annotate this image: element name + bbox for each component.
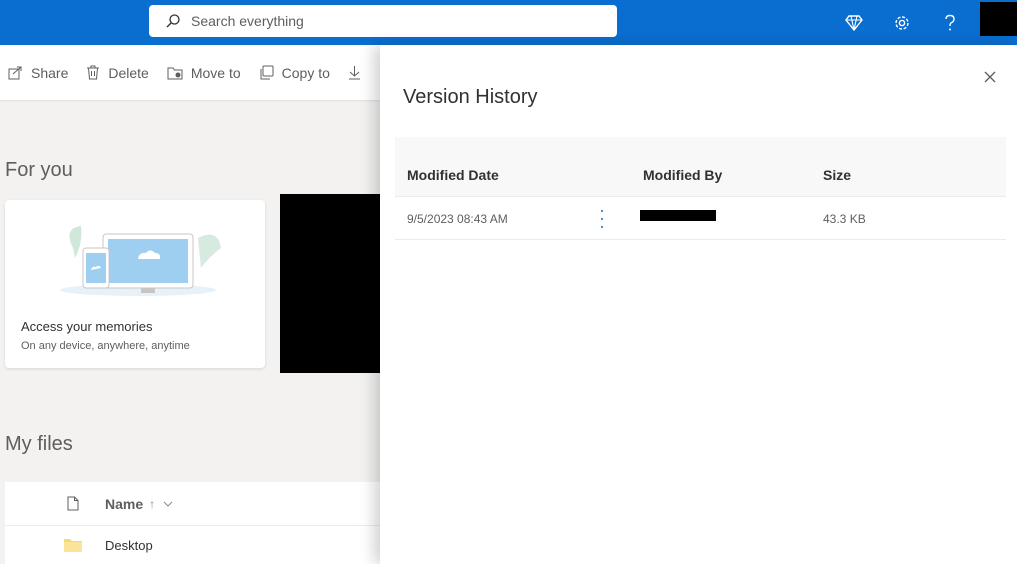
- premium-diamond-icon[interactable]: [840, 9, 868, 37]
- close-icon: [984, 71, 996, 83]
- version-table-header: Modified Date Modified By Size: [395, 137, 1006, 197]
- share-button[interactable]: Share: [8, 65, 68, 81]
- version-size: 43.3 KB: [823, 212, 866, 226]
- copy-to-label: Copy to: [281, 64, 330, 81]
- redacted-card: [280, 194, 380, 373]
- my-files-title: My files: [5, 433, 73, 455]
- files-page: Share Delete Move to Copy to For you Acc…: [0, 45, 380, 564]
- for-you-title: For you: [5, 159, 73, 181]
- close-button[interactable]: [980, 67, 1000, 87]
- download-button[interactable]: [348, 65, 369, 80]
- panel-title: Version History: [403, 86, 538, 108]
- sort-arrow-icon: ↑: [149, 496, 156, 511]
- modified-date-header[interactable]: Modified Date: [407, 167, 499, 183]
- devices-illustration: [60, 226, 221, 296]
- version-history-panel: Version History Modified Date Modified B…: [380, 45, 1017, 564]
- copy-to-button[interactable]: Copy to: [259, 65, 330, 81]
- top-bar: Search everything: [0, 0, 1017, 45]
- move-to-button[interactable]: Move to: [167, 65, 241, 81]
- name-header-label: Name: [105, 495, 144, 512]
- search-placeholder: Search everything: [191, 13, 304, 29]
- more-options-icon[interactable]: [597, 210, 607, 228]
- delete-button[interactable]: Delete: [86, 64, 149, 81]
- move-folder-icon: [167, 67, 183, 79]
- file-name[interactable]: Desktop: [105, 538, 153, 553]
- folder-icon: [5, 538, 105, 552]
- move-to-label: Move to: [190, 64, 241, 81]
- delete-label: Delete: [108, 64, 149, 81]
- share-icon: [8, 66, 22, 80]
- card-subtitle: On any device, anywhere, anytime: [21, 340, 190, 352]
- share-label: Share: [31, 64, 69, 81]
- settings-gear-icon[interactable]: [888, 9, 916, 37]
- redacted-modified-by: [640, 210, 716, 221]
- command-bar: Share Delete Move to Copy to: [0, 45, 380, 100]
- modified-by-header[interactable]: Modified By: [643, 167, 722, 183]
- chevron-down-icon: [163, 501, 173, 507]
- avatar[interactable]: [980, 2, 1017, 36]
- trash-icon: [87, 65, 100, 80]
- search-icon: [163, 11, 183, 31]
- version-modified-date: 9/5/2023 08:43 AM: [407, 212, 508, 226]
- size-header[interactable]: Size: [823, 167, 851, 183]
- files-list: Name ↑ Desktop: [5, 482, 380, 564]
- download-icon: [348, 66, 360, 80]
- help-question-icon[interactable]: [936, 9, 964, 37]
- copy-icon: [260, 65, 274, 80]
- search-box[interactable]: Search everything: [149, 5, 617, 37]
- memories-card[interactable]: Access your memories On any device, anyw…: [5, 200, 265, 368]
- version-table: Modified Date Modified By Size 9/5/2023 …: [395, 137, 1006, 240]
- file-type-header-icon: [5, 496, 105, 511]
- files-header-row: Name ↑: [5, 482, 380, 526]
- version-row[interactable]: 9/5/2023 08:43 AM 43.3 KB: [395, 197, 1006, 240]
- name-column-header[interactable]: Name ↑: [105, 496, 173, 512]
- file-row[interactable]: Desktop: [5, 526, 380, 564]
- card-title: Access your memories: [21, 319, 153, 334]
